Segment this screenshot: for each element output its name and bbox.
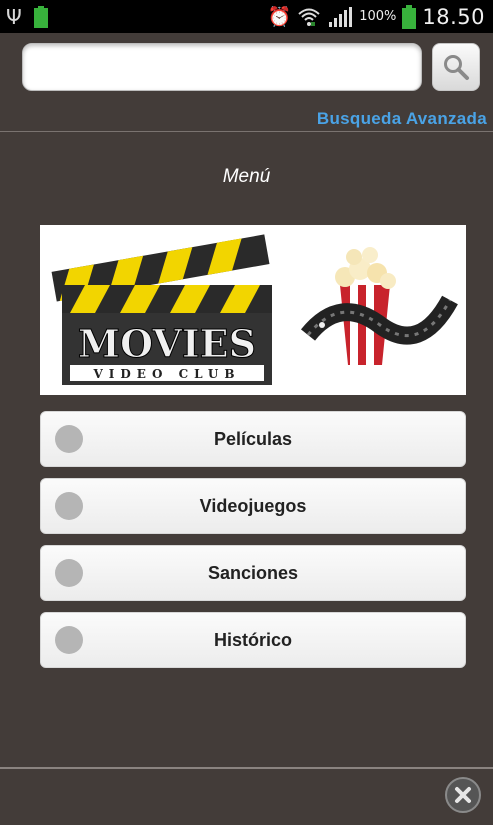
menu-item-historico[interactable]: Histórico: [40, 612, 466, 668]
advanced-search-link[interactable]: Busqueda Avanzada: [317, 109, 487, 129]
bullet-icon: [55, 559, 83, 587]
logo-subtext: VIDEO CLUB: [92, 367, 240, 381]
close-button[interactable]: [445, 777, 481, 813]
logo-text: MOVIES: [78, 321, 256, 366]
bullet-icon: [55, 492, 83, 520]
search-input[interactable]: [22, 43, 422, 91]
movies-logo-image: MOVIES VIDEO CLUB: [51, 234, 458, 385]
footer-bar: [0, 769, 493, 825]
search-header: Busqueda Avanzada: [0, 33, 493, 131]
clock: 18.50: [422, 4, 485, 29]
bullet-icon: [55, 626, 83, 654]
battery-percent: 100%: [359, 9, 397, 24]
status-right: ⏰ 100% 18.50: [268, 0, 485, 33]
battery-icon: [34, 6, 48, 28]
movies-video-club-banner: MOVIES VIDEO CLUB: [40, 225, 466, 395]
page-title: Menú: [222, 166, 271, 187]
menu-item-peliculas[interactable]: Películas: [40, 411, 466, 467]
signal-icon: [329, 6, 353, 27]
search-button[interactable]: [432, 43, 480, 91]
main-menu: Películas Videojuegos Sanciones Históric…: [40, 411, 466, 679]
menu-item-label: Películas: [213, 428, 293, 449]
menu-item-label: Histórico: [213, 629, 292, 650]
menu-item-label: Videojuegos: [199, 495, 307, 516]
menu-item-label: Sanciones: [207, 562, 299, 583]
wifi-icon: [298, 8, 320, 26]
close-icon: [455, 787, 471, 803]
usb-icon: Ψ: [6, 5, 22, 29]
menu-item-videojuegos[interactable]: Videojuegos: [40, 478, 466, 534]
menu-item-sanciones[interactable]: Sanciones: [40, 545, 466, 601]
battery-level-icon: [402, 4, 417, 29]
status-bar: Ψ ⏰ 100% 18.50: [0, 0, 493, 33]
divider: [0, 131, 493, 132]
bullet-icon: [55, 425, 83, 453]
search-icon: [444, 55, 469, 80]
alarm-icon: ⏰: [267, 6, 292, 28]
